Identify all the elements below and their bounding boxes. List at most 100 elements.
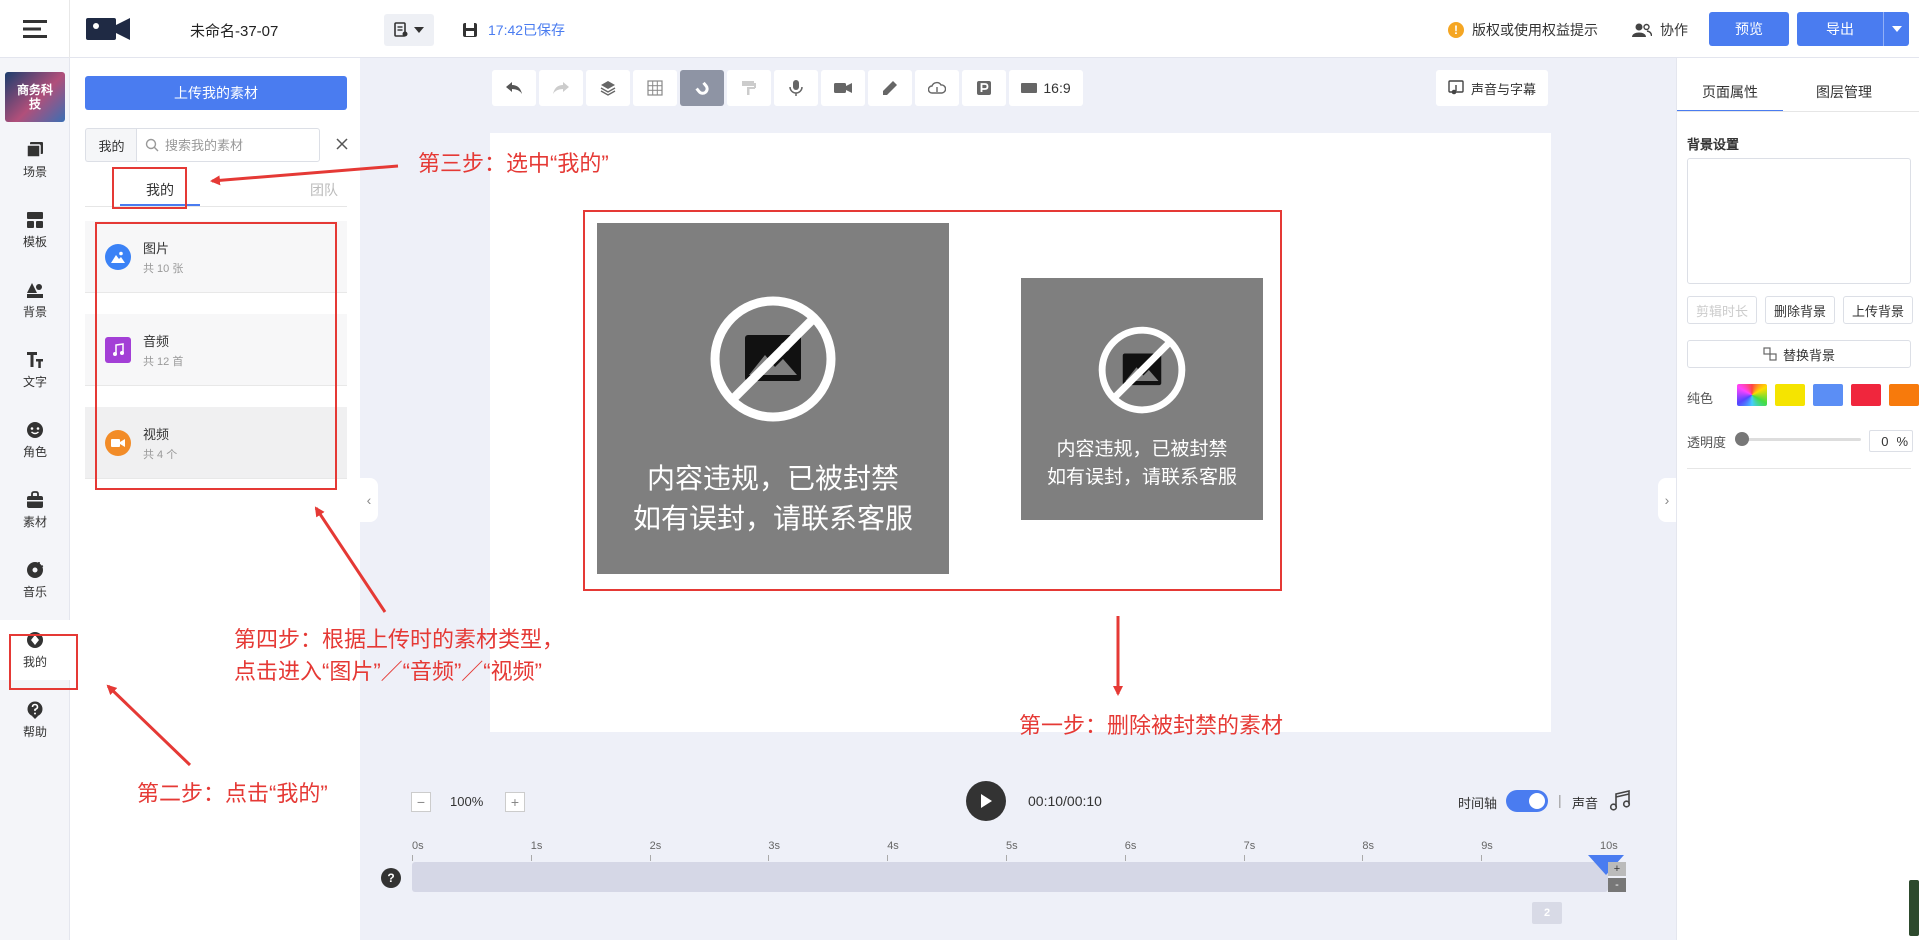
- grid-button[interactable]: [633, 70, 677, 106]
- material-icon: [27, 490, 43, 508]
- opacity-input[interactable]: 0 %: [1869, 430, 1913, 452]
- layers-button[interactable]: [586, 70, 630, 106]
- opacity-slider-track[interactable]: [1739, 438, 1861, 441]
- properties-panel: 页面属性 图层管理 背景设置 剪辑时长 删除背景 上传背景 替换背景 纯色 透明…: [1676, 58, 1919, 940]
- rail-item-character[interactable]: 角色: [0, 410, 70, 470]
- collaborate-button[interactable]: 协作: [1632, 20, 1688, 40]
- ruler-tick: 0s: [412, 840, 424, 861]
- color-picker-swatch[interactable]: [1737, 384, 1767, 406]
- annotation-step4-line2: 点击进入“图片”／“音频”／“视频”: [234, 659, 542, 684]
- timeline-toggle[interactable]: [1506, 790, 1548, 812]
- upload-material-button[interactable]: 上传我的素材: [85, 76, 347, 110]
- rail-item-label: 音乐: [22, 584, 47, 599]
- chevron-left-icon: ‹: [366, 492, 372, 508]
- copyright-notice-text: 版权或使用权益提示: [1472, 22, 1598, 38]
- rail-item-template[interactable]: 模板: [0, 200, 70, 260]
- separator: |: [1558, 792, 1562, 808]
- replace-background-button[interactable]: 替换背景: [1687, 340, 1911, 368]
- export-button[interactable]: 导出: [1797, 12, 1909, 46]
- ruler-tick: 1s: [530, 840, 543, 861]
- draw-button[interactable]: [868, 70, 912, 106]
- ruler-tick: 2s: [649, 840, 662, 861]
- annotation-step4-line1: 第四步：根据上传时的素材类型，: [234, 627, 565, 652]
- delete-background-button[interactable]: 删除背景: [1765, 296, 1835, 324]
- search-scope-select[interactable]: 我的: [85, 128, 137, 162]
- menu-button[interactable]: [0, 0, 70, 58]
- color-swatch-blue[interactable]: [1813, 384, 1843, 406]
- opacity-value: 0: [1881, 433, 1889, 449]
- timeline-track[interactable]: [412, 862, 1608, 892]
- rail-item-scene[interactable]: 场景: [0, 130, 70, 190]
- replace-background-label: 替换背景: [1782, 347, 1835, 363]
- sound-label: 声音: [1572, 796, 1599, 811]
- track-expand-button[interactable]: +: [1608, 862, 1626, 876]
- zoom-in-button[interactable]: +: [505, 792, 525, 812]
- subtitle-icon: [1448, 80, 1464, 95]
- trim-duration-button[interactable]: 剪辑时长: [1687, 296, 1757, 324]
- section-divider: [1687, 468, 1911, 469]
- annotation-step2: 第二步：点击“我的”: [137, 781, 328, 806]
- team-avatar[interactable]: 商务科技: [5, 72, 65, 122]
- color-swatch-yellow[interactable]: [1775, 384, 1805, 406]
- cloud-button[interactable]: [915, 70, 959, 106]
- color-swatch-red[interactable]: [1851, 384, 1881, 406]
- tab-page-properties[interactable]: 页面属性: [1677, 76, 1783, 112]
- zoom-out-button[interactable]: −: [411, 792, 431, 812]
- warning-icon: !: [1448, 22, 1464, 38]
- ruler-tick: 6s: [1124, 840, 1137, 861]
- music-note-icon[interactable]: [1608, 789, 1632, 813]
- tab-layer-management[interactable]: 图层管理: [1791, 76, 1897, 112]
- undo-button[interactable]: [492, 70, 536, 106]
- opacity-slider-handle[interactable]: [1735, 432, 1749, 446]
- screen-ratio-icon: [1021, 83, 1038, 93]
- rail-item-help[interactable]: 帮助: [0, 690, 70, 750]
- search-input[interactable]: [165, 137, 305, 153]
- canvas-toolbar: 16:9: [492, 70, 1083, 106]
- upload-background-button[interactable]: 上传背景: [1843, 296, 1913, 324]
- scene-icon: [26, 141, 43, 158]
- magnet-snap-button[interactable]: [680, 70, 724, 106]
- play-icon: [981, 794, 992, 808]
- timeline-help-button[interactable]: ?: [381, 868, 401, 888]
- rail-item-material[interactable]: 素材: [0, 480, 70, 540]
- layers-icon: [600, 81, 616, 96]
- aspect-ratio-button[interactable]: 16:9: [1009, 70, 1083, 106]
- scroll-handle[interactable]: [1909, 880, 1919, 936]
- page-count-badge[interactable]: 2: [1532, 902, 1562, 924]
- color-swatch-orange[interactable]: [1889, 384, 1919, 406]
- format-painter-button[interactable]: [727, 70, 771, 106]
- search-clear-button[interactable]: [332, 134, 352, 154]
- document-menu-button[interactable]: [384, 14, 434, 46]
- rail-item-music[interactable]: 音乐: [0, 550, 70, 610]
- paint-roller-icon: [742, 81, 756, 95]
- copyright-notice-link[interactable]: ! 版权或使用权益提示: [1448, 20, 1598, 40]
- video-camera-icon: [834, 83, 852, 93]
- record-video-button[interactable]: [821, 70, 865, 106]
- character-icon: [27, 421, 43, 438]
- record-voice-button[interactable]: [774, 70, 818, 106]
- users-icon: [1632, 23, 1652, 37]
- preview-button[interactable]: 预览: [1709, 12, 1789, 46]
- voice-and-subtitle-button[interactable]: 声音与字幕: [1436, 70, 1548, 106]
- document-title[interactable]: 未命名-37-07: [190, 20, 278, 41]
- chevron-down-icon: [1891, 26, 1902, 32]
- chevron-right-icon: ›: [1664, 492, 1670, 508]
- collapse-left-panel-button[interactable]: ‹: [360, 478, 378, 522]
- tab-team[interactable]: 团队: [310, 176, 390, 204]
- document-settings-icon: [394, 22, 408, 37]
- rail-item-label: 角色: [22, 444, 47, 459]
- export-options-button[interactable]: [1883, 12, 1909, 46]
- rail-item-background[interactable]: 背景: [0, 270, 70, 330]
- annotation-step1: 第一步：删除被封禁的素材: [1019, 713, 1284, 738]
- grid-icon: [647, 80, 663, 96]
- collapse-right-panel-button[interactable]: ›: [1658, 478, 1676, 522]
- top-bar: 未命名-37-07 17:42已保存 ! 版权或使用权益提示 协作 预览 导出: [0, 0, 1919, 58]
- rail-item-text[interactable]: 文字: [0, 340, 70, 400]
- ruler-tick: 8s: [1362, 840, 1375, 861]
- redo-button[interactable]: [539, 70, 583, 106]
- text-box-button[interactable]: [962, 70, 1006, 106]
- zoom-level: 100%: [450, 794, 484, 809]
- rail-item-label: 背景: [22, 304, 47, 319]
- play-button[interactable]: [966, 781, 1006, 821]
- track-collapse-button[interactable]: -: [1608, 878, 1626, 892]
